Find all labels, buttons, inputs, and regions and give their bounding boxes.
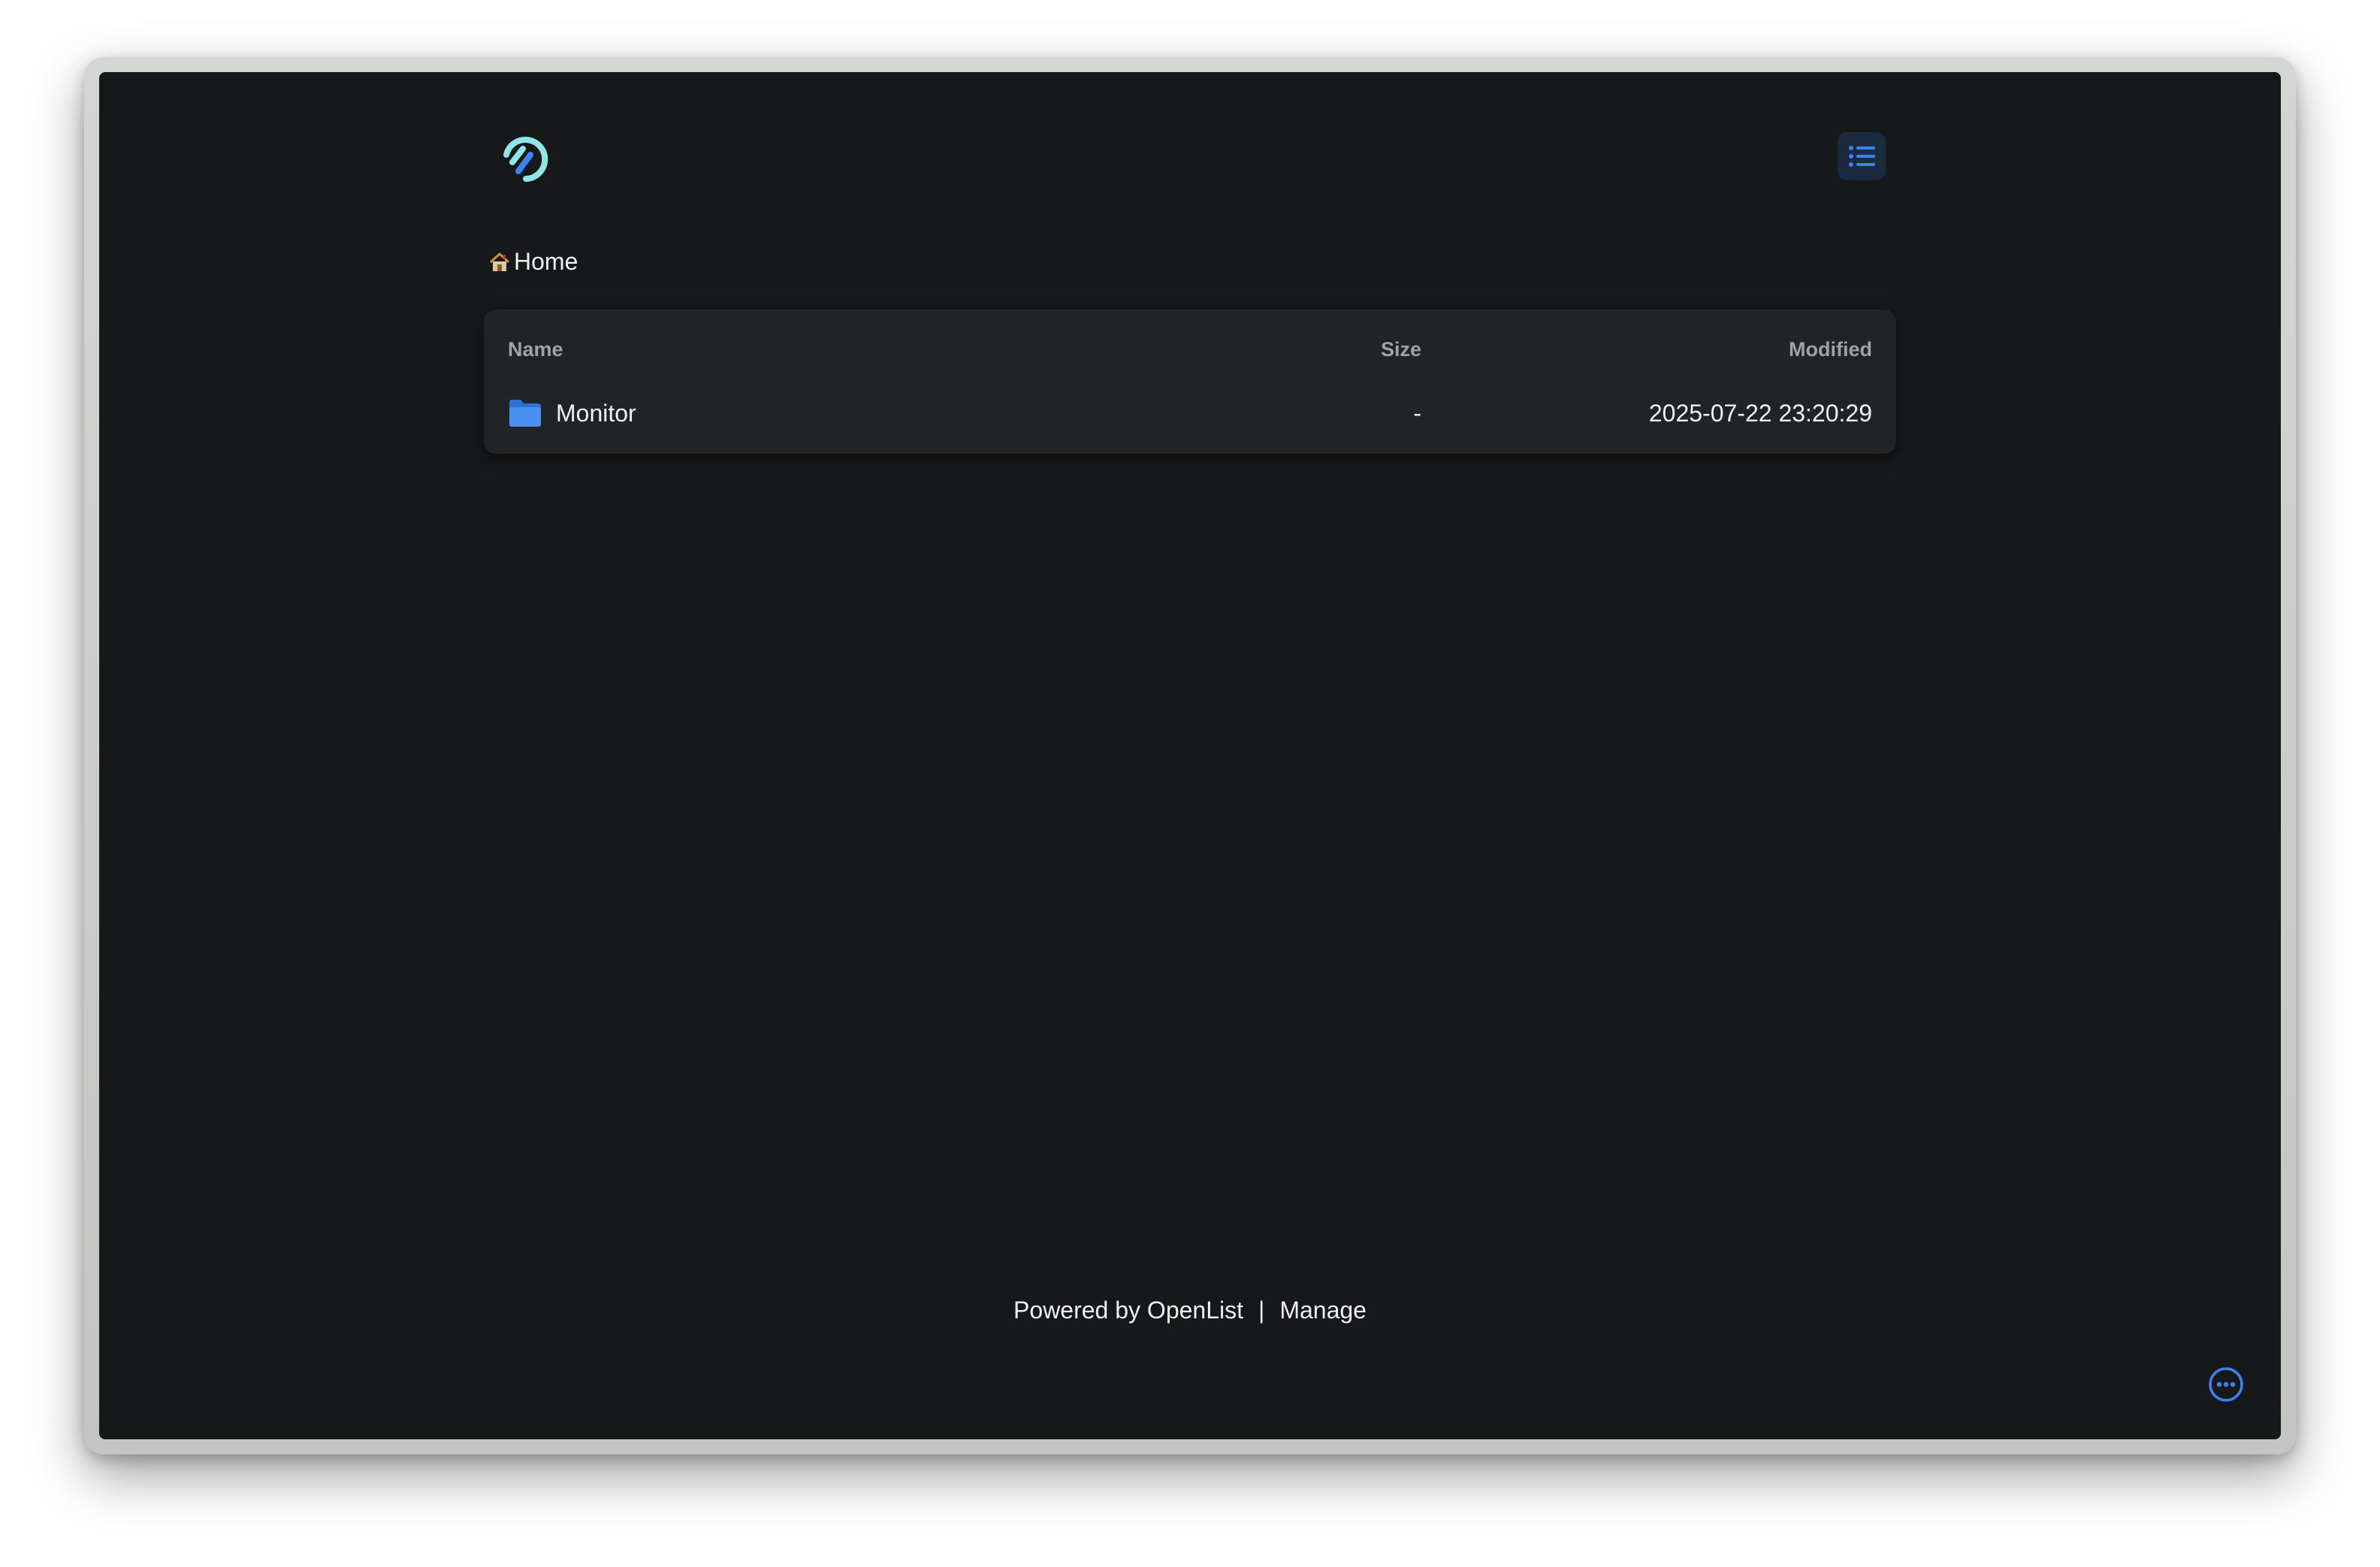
list-view-button[interactable] bbox=[1838, 132, 1886, 180]
footer: Powered by OpenList | Manage bbox=[99, 1297, 2281, 1324]
more-button[interactable] bbox=[2207, 1366, 2245, 1403]
column-header-name[interactable]: Name bbox=[508, 338, 563, 361]
column-header-modified[interactable]: Modified bbox=[1789, 338, 1872, 361]
footer-separator: | bbox=[1258, 1297, 1265, 1324]
breadcrumb-home-label: Home bbox=[514, 248, 578, 275]
powered-by-link[interactable]: Powered by OpenList bbox=[1013, 1297, 1243, 1324]
device-frame: Home Name Size Modified Monitor - 2025-0… bbox=[84, 57, 2296, 1454]
house-icon bbox=[488, 251, 511, 273]
app-screen: Home Name Size Modified Monitor - 2025-0… bbox=[99, 72, 2281, 1439]
openlist-logo-icon[interactable] bbox=[496, 129, 553, 186]
file-list: Name Size Modified Monitor - 2025-07-22 … bbox=[484, 309, 1896, 454]
column-header-size[interactable]: Size bbox=[1381, 338, 1421, 361]
file-size: - bbox=[1413, 400, 1421, 427]
more-horizontal-icon bbox=[2209, 1367, 2243, 1402]
list-icon bbox=[1849, 146, 1875, 167]
table-row[interactable]: Monitor - 2025-07-22 23:20:29 bbox=[484, 391, 1896, 439]
file-name[interactable]: Monitor bbox=[556, 400, 636, 427]
folder-icon bbox=[508, 398, 542, 428]
file-modified: 2025-07-22 23:20:29 bbox=[1648, 400, 1872, 427]
breadcrumb-home[interactable]: Home bbox=[488, 248, 578, 276]
manage-link[interactable]: Manage bbox=[1279, 1297, 1367, 1324]
